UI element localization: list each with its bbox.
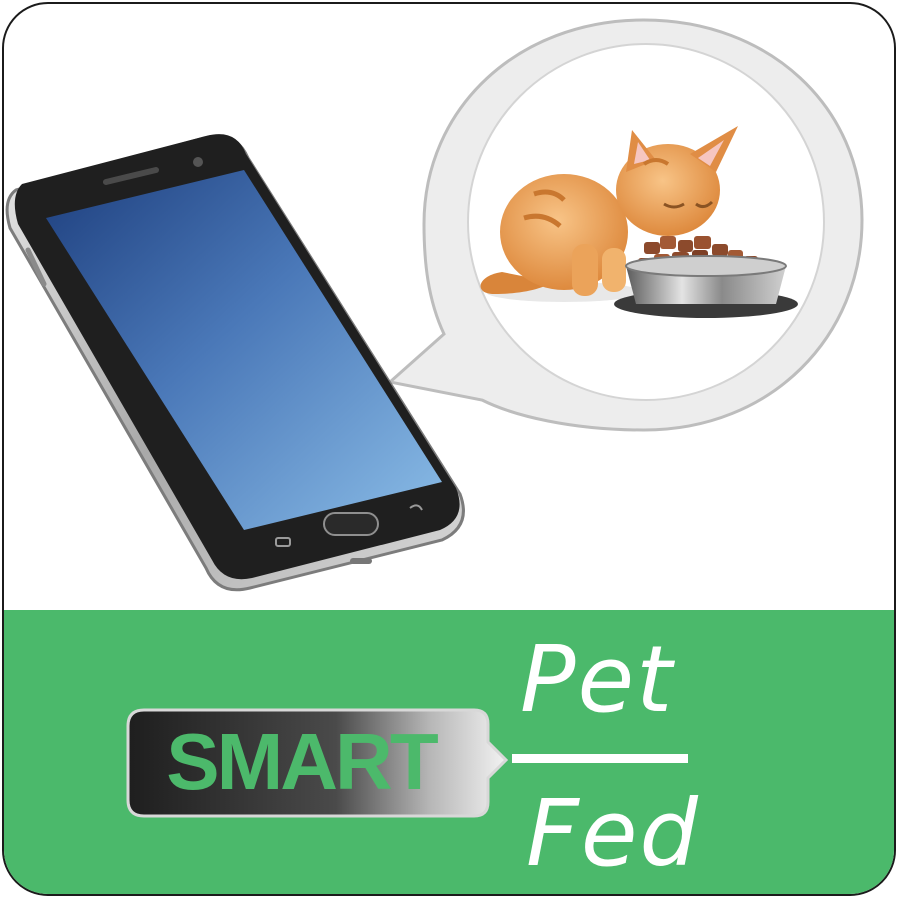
brand-divider <box>512 754 688 763</box>
app-icon-card: SMART Pet Fed <box>2 2 896 896</box>
illustration <box>5 18 864 592</box>
smartphone-icon <box>5 134 465 592</box>
brand-word-fed: Fed <box>526 780 700 887</box>
smart-badge-text: SMART <box>166 717 438 806</box>
brand-word-pet: Pet <box>520 626 675 733</box>
